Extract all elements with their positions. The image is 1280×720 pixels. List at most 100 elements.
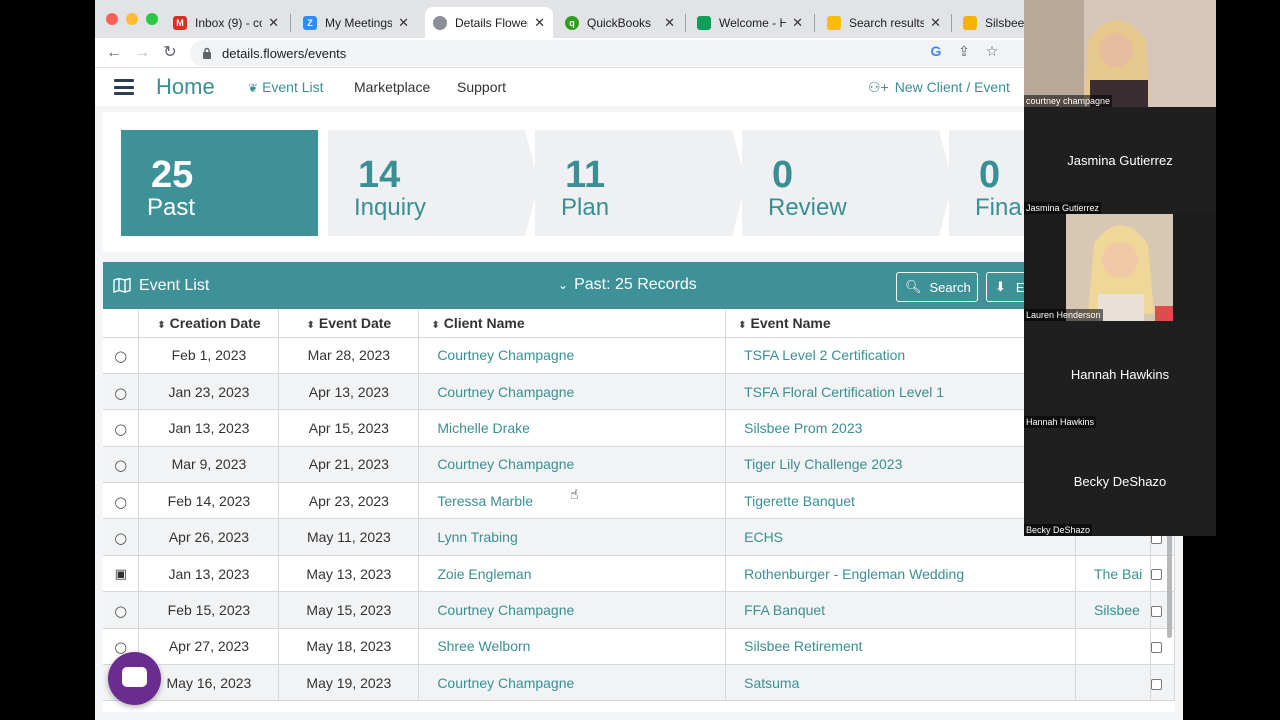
back-icon[interactable]: ←	[103, 42, 125, 64]
row-select-cell[interactable]	[1150, 664, 1175, 702]
hamburger-menu-icon[interactable]	[114, 79, 134, 95]
row-checkbox[interactable]	[1150, 678, 1162, 690]
stage-inquiry[interactable]: 14 Inquiry	[328, 130, 525, 236]
participant-tile[interactable]: Jasmina Gutierrez Jasmina Gutierrez	[1024, 107, 1216, 214]
close-icon[interactable]: ✕	[268, 15, 279, 31]
nav-event-list[interactable]: ❦ Event List	[248, 79, 324, 95]
row-checkbox[interactable]	[1150, 605, 1162, 617]
stage-past[interactable]: 25 Past	[121, 130, 318, 236]
participant-tile[interactable]: Hannah Hawkins Hannah Hawkins	[1024, 321, 1216, 428]
table-row[interactable]: ◯ Apr 26, 2023 May 11, 2023 Lynn Trabing ECH…	[103, 518, 1175, 556]
close-icon[interactable]: ✕	[792, 15, 803, 31]
event-name-link[interactable]: Rothenburger - Engleman Wedding	[725, 555, 1076, 593]
event-name-link[interactable]: Silsbee Retirement	[725, 628, 1076, 666]
venue-link[interactable]	[1075, 664, 1151, 702]
sort-event-name[interactable]: ⬍ Event Name	[725, 309, 1076, 338]
forward-icon[interactable]: →	[131, 42, 153, 64]
client-name-link[interactable]: Courtney Champagne	[418, 591, 727, 629]
row-icon-cell[interactable]: ◯	[103, 518, 140, 556]
table-row[interactable]: ◯ Feb 1, 2023 Mar 28, 2023 Courtney Champag…	[103, 337, 1175, 374]
close-window-button[interactable]	[106, 13, 118, 25]
close-icon[interactable]: ✕	[930, 15, 941, 31]
nav-marketplace[interactable]: Marketplace	[354, 79, 430, 95]
slides-icon	[963, 15, 977, 30]
row-icon-cell[interactable]: ◯	[103, 409, 140, 447]
tab-title: My Meetings -	[325, 15, 393, 30]
browser-tab-active[interactable]: Details Flowers ✕	[425, 7, 553, 38]
table-row[interactable]: ◯ Mar 9, 2023 Apr 21, 2023 Courtney Champag…	[103, 446, 1175, 484]
table-row[interactable]: ◯ Feb 15, 2023 May 15, 2023 Courtney Champa…	[103, 591, 1175, 629]
client-name-link[interactable]: Courtney Champagne	[418, 337, 727, 374]
nav-support[interactable]: Support	[457, 79, 506, 95]
sort-client-name[interactable]: ⬍ Client Name	[418, 309, 727, 338]
table-row[interactable]: ◯ Jan 23, 2023 Apr 13, 2023 Courtney Champa…	[103, 373, 1175, 411]
table-row[interactable]: ◯May 16, 2023May 19, 2023Courtney Champa…	[103, 664, 1175, 702]
browser-tab[interactable]: Welcome - Hill ✕	[689, 7, 811, 38]
table-row[interactable]: ◯ Jan 13, 2023 Apr 15, 2023 Michelle Drake S…	[103, 409, 1175, 447]
close-icon[interactable]: ✕	[398, 15, 409, 31]
chat-launcher-button[interactable]	[108, 652, 161, 705]
client-name-link[interactable]: Zoie Engleman	[418, 555, 727, 593]
venue-link[interactable]: Silsbee	[1075, 591, 1151, 629]
row-icon-cell[interactable]: ◯	[103, 446, 140, 484]
stage-review[interactable]: 0 Review	[742, 130, 939, 236]
reload-icon[interactable]: ↻	[159, 42, 181, 64]
table-row[interactable]: ◯ Feb 14, 2023 Apr 23, 2023 Teressa Marble T…	[103, 482, 1175, 520]
event-name-link[interactable]: Silsbee Prom 2023	[725, 409, 1076, 447]
close-icon[interactable]: ✕	[664, 15, 675, 31]
client-name-link[interactable]: Shree Welborn	[418, 628, 727, 666]
app-navbar: Home ❦ Event List Marketplace Support ⚇+ N…	[95, 68, 1183, 106]
event-name-link[interactable]: Satsuma	[725, 664, 1076, 702]
venue-link[interactable]	[1075, 628, 1151, 666]
event-name-link[interactable]: Tigerette Banquet	[725, 482, 1076, 520]
map-icon	[113, 278, 131, 293]
maximize-window-button[interactable]	[146, 13, 158, 25]
row-icon-cell[interactable]: ◯	[103, 337, 140, 374]
event-name-link[interactable]: TSFA Level 2 Certification	[725, 337, 1076, 374]
sort-event-date[interactable]: ⬍ Event Date	[278, 309, 420, 338]
client-name-link[interactable]: Courtney Champagne	[418, 446, 727, 484]
event-name-link[interactable]: TSFA Floral Certification Level 1	[725, 373, 1076, 411]
event-name-link[interactable]: FFA Banquet	[725, 591, 1076, 629]
row-icon-cell[interactable]: ◯	[103, 591, 140, 629]
browser-tab[interactable]: q QuickBooks ✕	[557, 7, 683, 38]
participant-display-name: Jasmina Gutierrez	[1067, 153, 1173, 168]
browser-tab[interactable]: M Inbox (9) - cou ✕	[165, 7, 287, 38]
google-icon[interactable]: G	[928, 43, 944, 59]
row-icon-cell[interactable]: ▣	[103, 555, 140, 593]
row-checkbox[interactable]	[1150, 642, 1162, 654]
table-row[interactable]: ◯ Apr 27, 2023 May 18, 2023 Shree Welborn Si…	[103, 628, 1175, 666]
creation-date-cell: Feb 15, 2023	[138, 591, 280, 629]
client-name-link[interactable]: Courtney Champagne	[418, 373, 727, 411]
table-row[interactable]: ▣ Jan 13, 2023 May 13, 2023 Zoie Engleman Ro…	[103, 555, 1175, 593]
event-name-link[interactable]: ECHS	[725, 518, 1076, 556]
comment-icon: ◯	[114, 533, 127, 546]
sort-creation-date[interactable]: ⬍ Creation Date	[138, 309, 280, 338]
search-button[interactable]: 🔍︎ Search	[896, 272, 978, 302]
row-checkbox[interactable]	[1150, 569, 1162, 581]
comment-icon: ◯	[114, 460, 127, 473]
participant-video-tile[interactable]: Lauren Henderson	[1024, 214, 1216, 321]
client-name-link[interactable]: Courtney Champagne	[418, 664, 727, 702]
client-name-link[interactable]: Michelle Drake	[418, 409, 727, 447]
new-client-event-button[interactable]: ⚇+ New Client / Event	[868, 79, 1010, 96]
participant-tile[interactable]: Becky DeShazo Becky DeShazo	[1024, 428, 1216, 536]
drive-icon	[827, 15, 841, 30]
participant-video-tile[interactable]: courtney champagne	[1024, 0, 1216, 107]
event-name-link[interactable]: Tiger Lily Challenge 2023	[725, 446, 1076, 484]
client-name-link[interactable]: Lynn Trabing	[418, 518, 727, 556]
venue-link[interactable]: The Bai	[1075, 555, 1151, 593]
records-dropdown[interactable]: ⌄ Past: 25 Records	[558, 276, 697, 294]
row-icon-cell[interactable]: ◯	[103, 482, 140, 520]
home-link[interactable]: Home	[156, 74, 215, 100]
browser-tab[interactable]: Z My Meetings - ✕	[295, 7, 417, 38]
participant-name: Hannah Hawkins	[1024, 416, 1097, 428]
browser-tab[interactable]: Search results ✕	[819, 7, 949, 38]
stage-plan[interactable]: 11 Plan	[535, 130, 732, 236]
close-icon[interactable]: ✕	[534, 15, 545, 31]
row-icon-cell[interactable]: ◯	[103, 373, 140, 411]
bookmark-star-icon[interactable]: ☆	[984, 43, 1000, 60]
creation-date-cell: Jan 23, 2023	[138, 373, 280, 411]
share-icon[interactable]: ⇪	[956, 43, 972, 60]
minimize-window-button[interactable]	[126, 13, 138, 25]
